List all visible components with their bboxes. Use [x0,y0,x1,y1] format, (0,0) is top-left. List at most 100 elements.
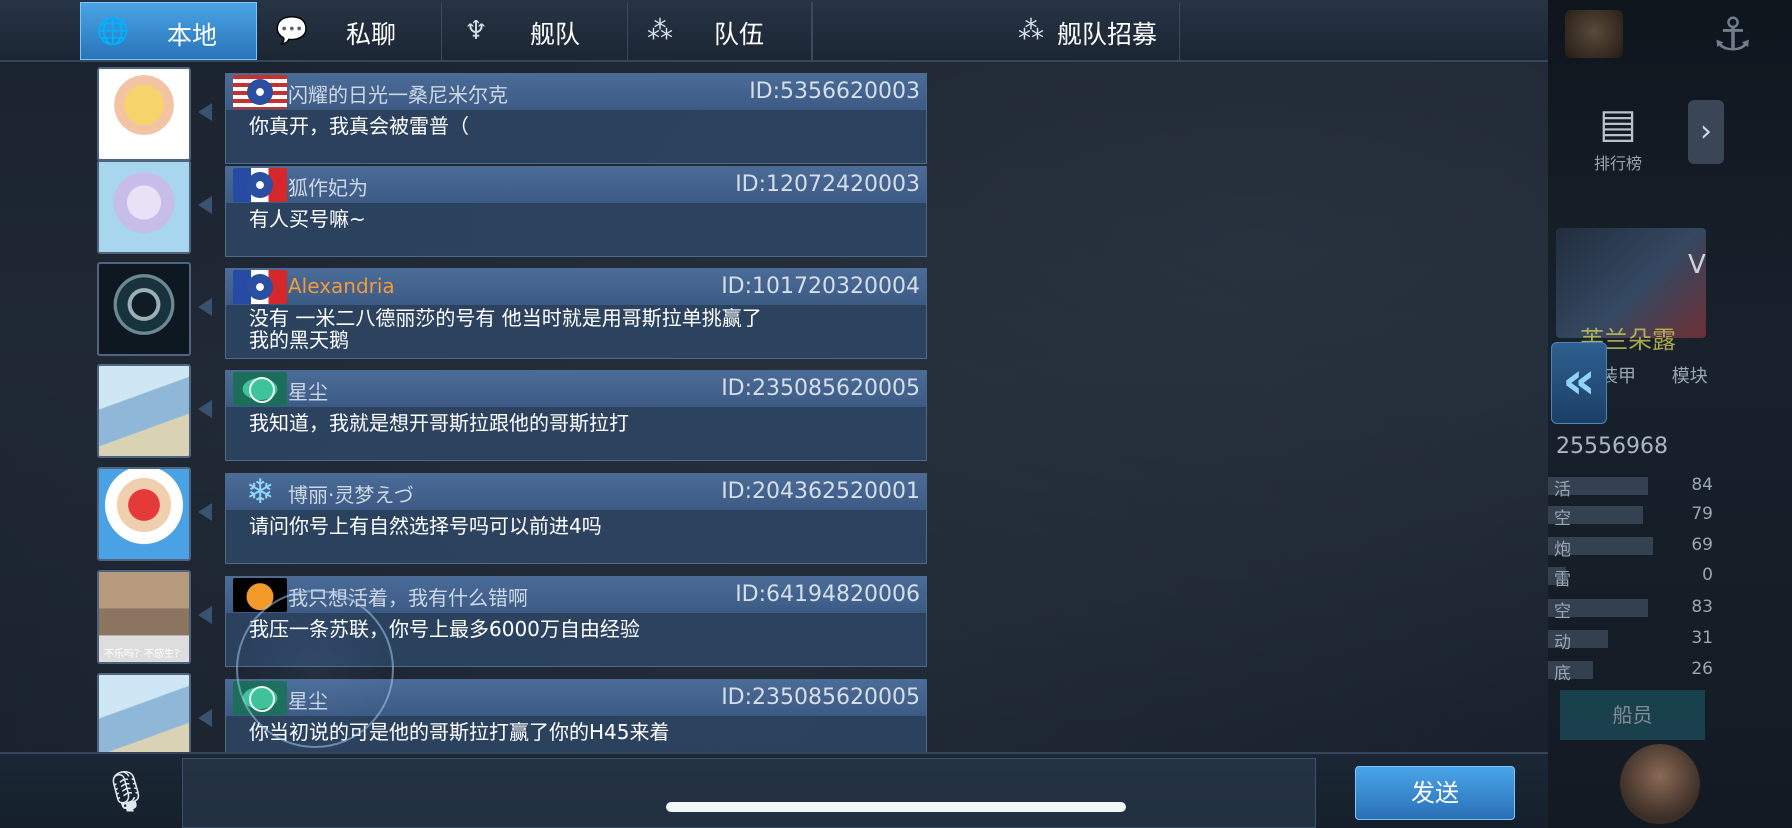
message-text: 我知道，我就是想开哥斯拉跟他的哥斯拉打 [249,411,629,435]
bubble-pointer [198,503,212,521]
tab-label: 舰队 [530,20,581,49]
globe-icon: 🌐 [96,17,130,47]
message-bubble: ❄ 博丽·灵梦えづ ID:204362520001 请问你号上有自然选择号吗可以… [225,473,927,564]
message-header: 星尘 ID:235085620005 [226,371,926,407]
sender-name[interactable]: 闪耀的日光一桑尼米尔克 [288,79,508,108]
avatar[interactable] [97,160,191,254]
bubble-pointer [198,103,212,121]
stat-row: 底 26 [1548,658,1713,684]
france-flag-icon [233,168,287,202]
bubble-pointer [198,400,212,418]
microphone-button[interactable]: 🎙 [98,764,154,820]
touch-indicator [236,590,394,748]
stat-row: 空 83 [1548,596,1713,622]
sender-id: ID:235085620005 [721,685,920,710]
leaderboard-label: 排行榜 [1593,154,1642,173]
chat-message: 闪耀的日光一桑尼米尔克 ID:5356620003 你真开，我真会被雷普（ [0,64,930,164]
collapse-chat-button[interactable]: « [1551,342,1607,424]
message-input[interactable] [182,758,1316,828]
sender-id: ID:204362520001 [721,479,920,504]
sender-name[interactable]: 狐作妃为 [288,172,368,201]
chat-panel: 🌐 本地 💬 私聊 ♆ 舰队 ⁂ 队伍 ⁂ 舰队招募 闪耀的日光一桑尼米尔克 I… [0,0,1548,828]
team-dots-icon: ⁂ [1018,16,1044,46]
message-bubble: 闪耀的日光一桑尼米尔克 ID:5356620003 你真开，我真会被雷普（ [225,73,927,164]
message-text: 你真开，我真会被雷普（ [249,114,469,138]
bubble-pointer [198,196,212,214]
avatar-caption: 不乐吗？不感生？ [104,649,184,660]
message-list[interactable]: 闪耀的日光一桑尼米尔克 ID:5356620003 你真开，我真会被雷普（ 狐作… [0,64,930,752]
message-text: 请问你号上有自然选择号吗可以前进4吗 [249,514,602,538]
bubble-pointer [198,298,212,316]
green-emblem-icon [233,372,287,406]
chat-tab-bar: 🌐 本地 💬 私聊 ♆ 舰队 ⁂ 队伍 ⁂ 舰队招募 [0,0,1548,62]
sender-id: ID:5356620003 [749,79,920,104]
chat-message: 星尘 ID:235085620005 你当初说的可是他的哥斯拉打赢了你的H45来… [0,669,930,752]
chat-message: 星尘 ID:235085620005 我知道，我就是想开哥斯拉跟他的哥斯拉打 [0,360,930,461]
tab-local[interactable]: 🌐 本地 [80,2,257,60]
sender-id: ID:64194820006 [735,582,920,607]
tab-label: 本地 [167,21,218,50]
home-indicator[interactable] [666,802,1126,812]
avatar[interactable] [97,467,191,561]
send-button[interactable]: 发送 [1355,766,1515,820]
sender-name[interactable]: 星尘 [288,376,328,405]
message-bubble: 星尘 ID:235085620005 我知道，我就是想开哥斯拉跟他的哥斯拉打 [225,370,927,461]
tab-label: 私聊 [346,20,397,49]
fleet-emblem-icon: ♆ [464,16,488,46]
bubble-pointer [198,709,212,727]
stat-row: 空 79 [1548,503,1713,529]
crew-button[interactable]: 船员 [1560,690,1705,740]
tab-fleet[interactable]: ♆ 舰队 [444,2,628,60]
snowflake-icon: ❄ [245,472,275,512]
microphone-icon: 🎙 [100,769,152,815]
message-text: 没有 一米二八德丽莎的号有 他当时就是用哥斯拉单挑赢了我的黑天鹅 [249,306,762,352]
team-dots-icon: ⁂ [647,16,673,46]
ship-tabs: 装甲 模块 [1600,362,1738,388]
sender-id: ID:235085620005 [721,376,920,401]
sender-name[interactable]: 博丽·灵梦えづ [288,479,414,508]
chat-message: ❄ 博丽·灵梦えづ ID:204362520001 请问你号上有自然选择号吗可以… [0,463,930,564]
chat-message: 不乐吗？不感生？ 我只想活着，我有什么错啊 ID:64194820006 我压一… [0,566,930,667]
message-header: Alexandria ID:101720320004 [226,269,926,305]
player-id: 25556968 [1556,434,1668,459]
message-header: ❄ 博丽·灵梦えづ ID:204362520001 [226,474,926,510]
message-bubble: 狐作妃为 ID:12072420003 有人买号嘛~ [225,166,927,257]
sender-id: ID:101720320004 [721,274,920,299]
avatar[interactable]: 不乐吗？不感生？ [97,570,191,664]
message-bubble: Alexandria ID:101720320004 没有 一米二八德丽莎的号有… [225,268,927,359]
stat-row: 炮 69 [1548,534,1713,560]
stat-row: 活 84 [1548,474,1713,500]
tab-private-chat[interactable]: 💬 私聊 [260,2,442,60]
avatar[interactable] [97,262,191,356]
tab-modules[interactable]: 模块 [1672,366,1708,387]
message-header: 狐作妃为 ID:12072420003 [226,167,926,203]
tab-team[interactable]: ⁂ 队伍 [628,2,812,60]
tab-label: 队伍 [714,20,765,49]
message-text: 有人买号嘛~ [249,207,366,231]
chat-message: Alexandria ID:101720320004 没有 一米二八德丽莎的号有… [0,258,930,359]
chat-bubble-icon: 💬 [275,16,309,46]
tab-fleet-recruit[interactable]: ⁂ 舰队招募 [812,2,1180,60]
chest-icon[interactable] [1565,10,1623,58]
avatar[interactable] [97,67,191,161]
game-screen: ⚓ ▤ 排行榜 › V 芙兰朵露 装甲 模块 25556968 活 84 空 79 … [0,0,1792,828]
avatar[interactable] [97,364,191,458]
sender-name[interactable]: Alexandria [288,274,395,298]
tier-label: V [1688,250,1706,280]
leaderboard-button[interactable]: ▤ 排行榜 [1578,100,1658,174]
us-flag-icon [233,75,287,109]
stat-row: 动 31 [1548,627,1713,653]
next-arrow-button[interactable]: › [1688,100,1724,164]
chat-message: 狐作妃为 ID:12072420003 有人买号嘛~ [0,156,930,257]
france-flag-icon [233,270,287,304]
message-header: 闪耀的日光一桑尼米尔克 ID:5356620003 [226,74,926,110]
leaderboard-icon: ▤ [1599,101,1637,147]
tab-label: 舰队招募 [1057,20,1158,49]
avatar[interactable] [97,673,191,752]
input-bar: 🎙 发送 [0,752,1548,828]
bubble-pointer [198,606,212,624]
commander-avatar[interactable] [1620,744,1700,824]
anchor-icon[interactable]: ⚓ [1712,6,1770,61]
sender-id: ID:12072420003 [735,172,920,197]
stat-row: 雷0 [1548,564,1713,590]
